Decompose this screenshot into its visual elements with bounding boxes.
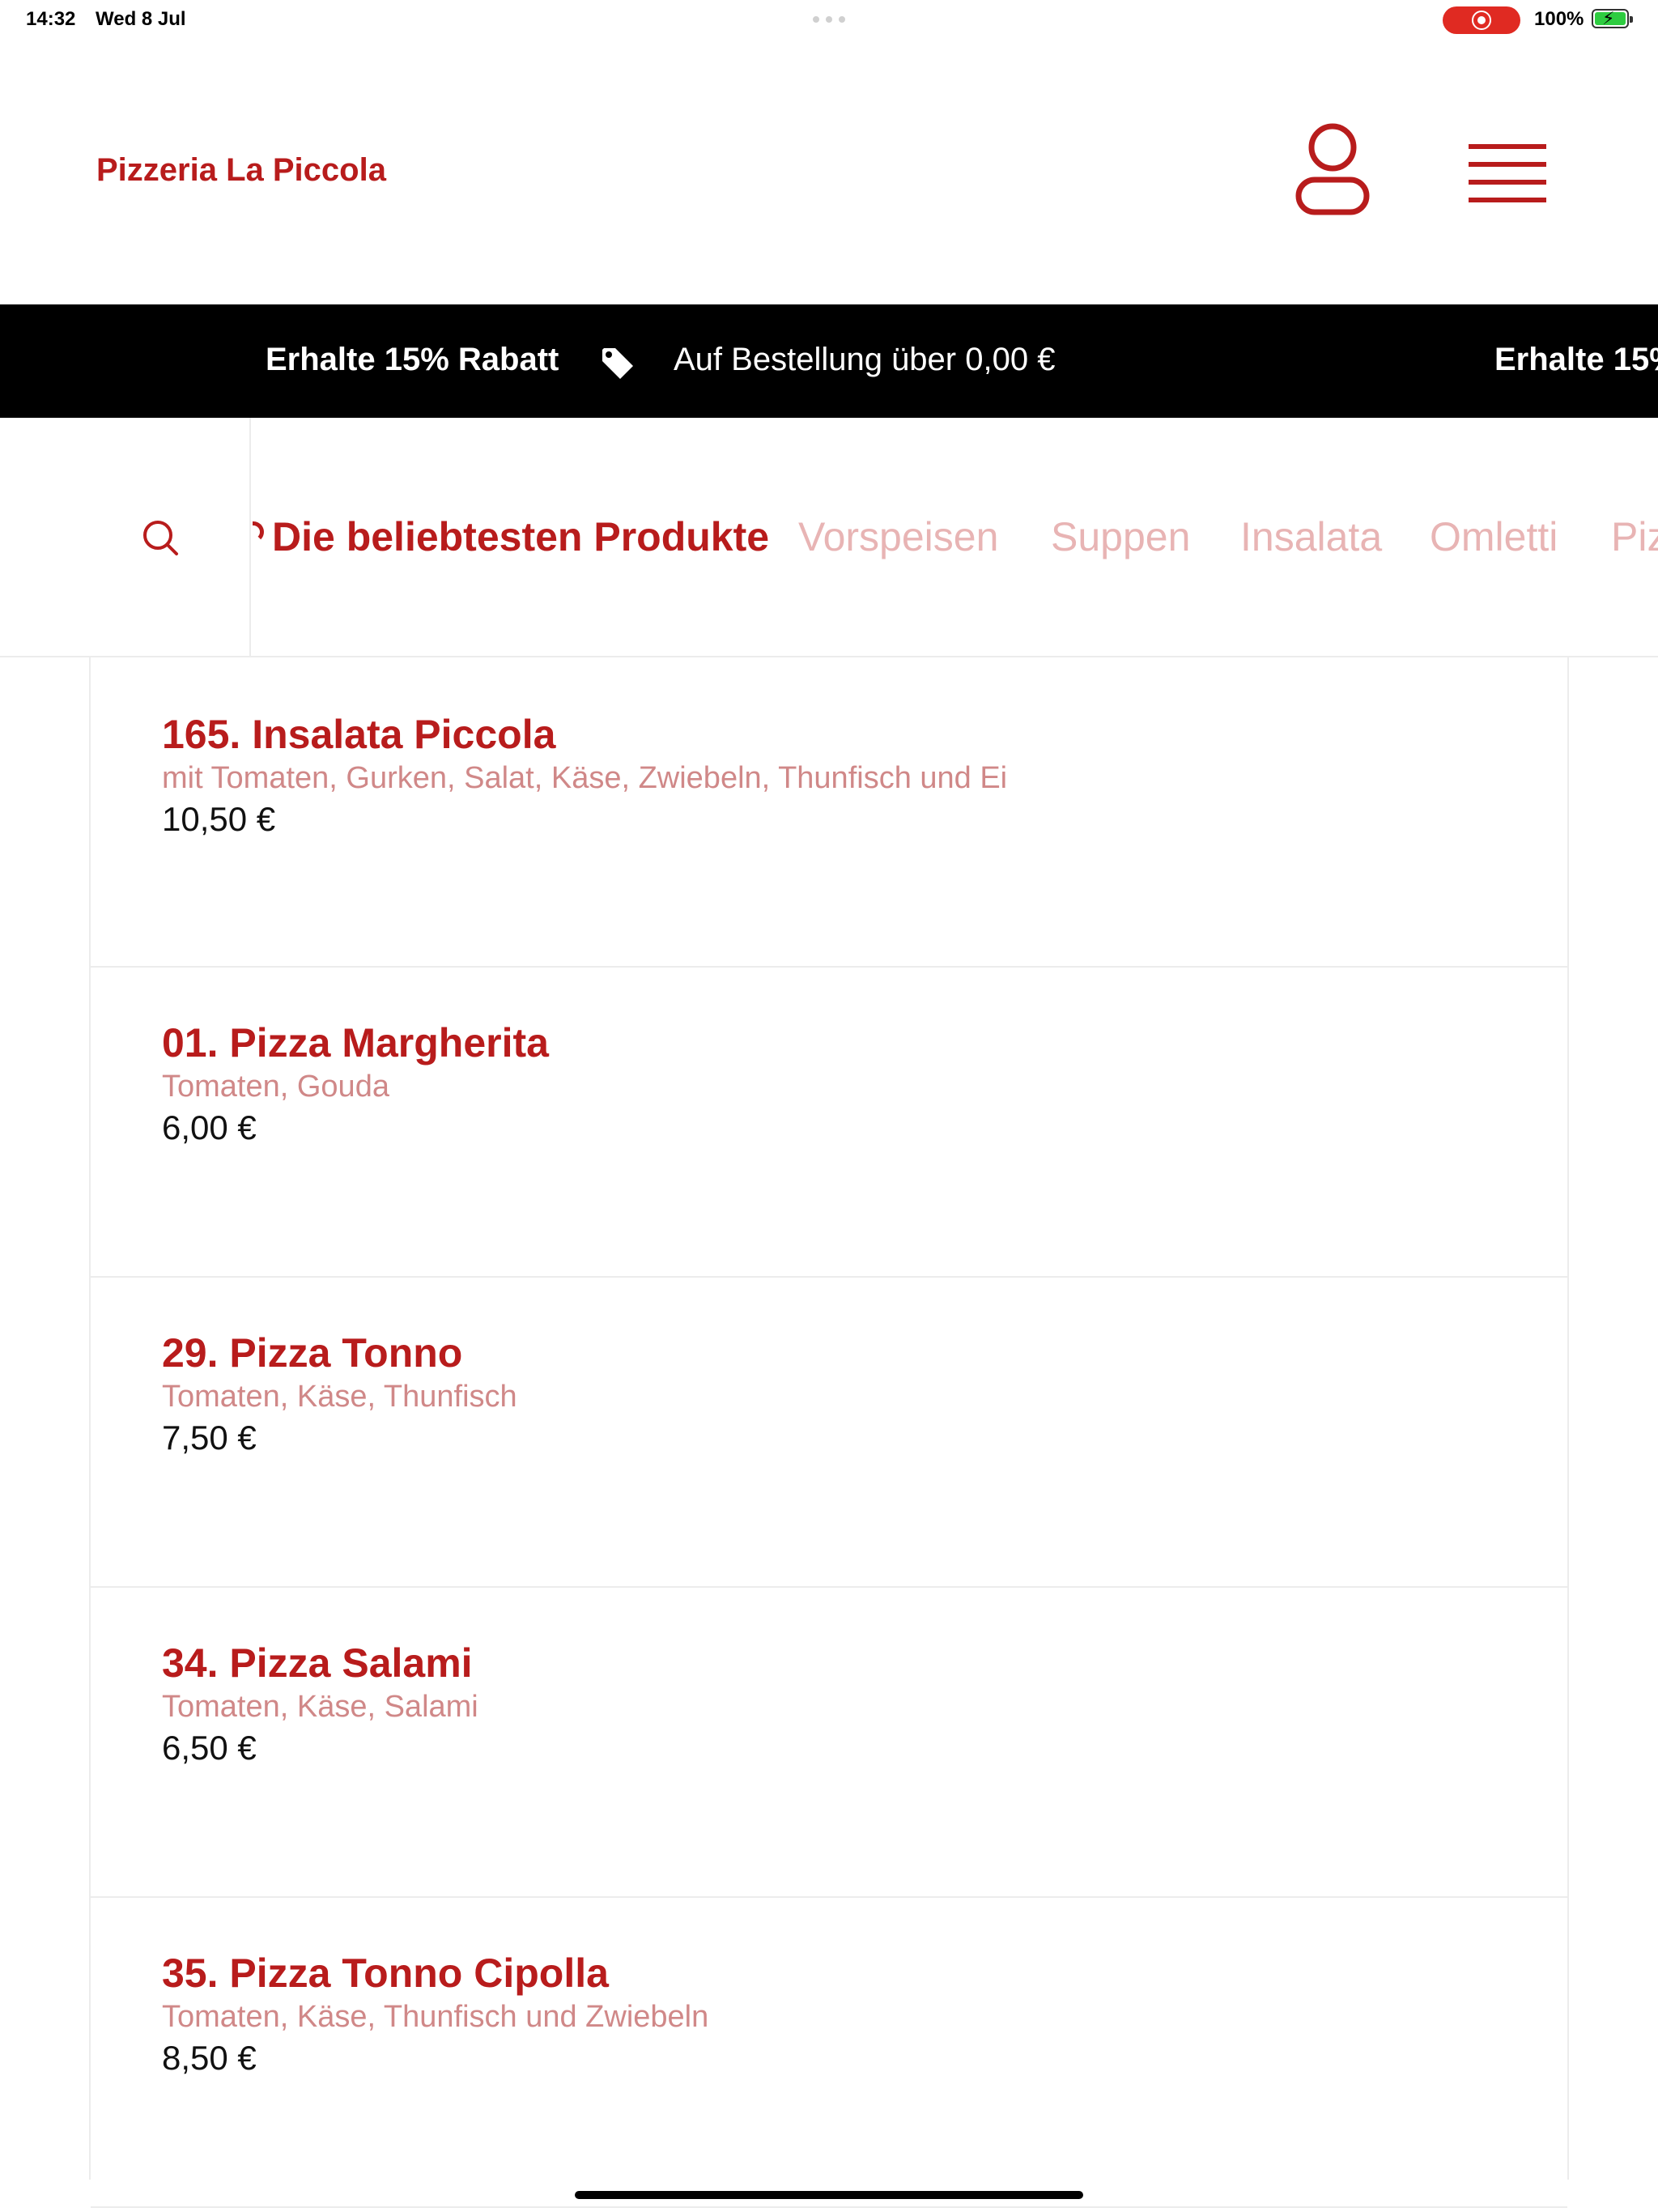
status-date: Wed 8 Jul <box>96 8 186 30</box>
status-bar: 14:32 Wed 8 Jul 100% ⚡ <box>0 0 1658 39</box>
price-tag-icon <box>602 348 633 379</box>
product-price: 8,50 € <box>162 2039 257 2077</box>
battery-percentage: 100% <box>1534 8 1584 30</box>
home-indicator[interactable] <box>575 2191 1083 2199</box>
promo-banner: Erhalte 15% Rabatt Auf Bestellung über 0… <box>0 304 1658 418</box>
product-name: 29. Pizza Tonno <box>162 1330 463 1376</box>
tab-vorspeisen[interactable]: Vorspeisen <box>798 513 998 560</box>
promo-title: Erhalte 15% Rabatt <box>266 342 559 377</box>
screen-recording-icon[interactable] <box>1443 6 1520 34</box>
promo-subtitle: Auf Bestellung über 0,00 € <box>674 342 1056 377</box>
user-account-icon[interactable] <box>1292 121 1373 219</box>
header: Pizzeria La Piccola <box>0 39 1658 304</box>
product-price: 6,00 € <box>162 1108 257 1146</box>
tab-suppen[interactable]: Suppen <box>1051 513 1190 560</box>
product-price: 6,50 € <box>162 1729 257 1767</box>
product-price: 10,50 € <box>162 800 276 838</box>
product-list: 165. Insalata Piccola mit Tomaten, Gurke… <box>89 657 1569 2208</box>
product-price: 7,50 € <box>162 1419 257 1457</box>
product-description: Tomaten, Käse, Thunfisch <box>162 1380 517 1414</box>
search-button[interactable] <box>0 418 251 656</box>
tab-insalata[interactable]: Insalata <box>1240 513 1382 560</box>
product-item[interactable]: 165. Insalata Piccola mit Tomaten, Gurke… <box>91 657 1567 968</box>
product-name: 165. Insalata Piccola <box>162 712 556 757</box>
product-description: mit Tomaten, Gurken, Salat, Käse, Zwiebe… <box>162 761 1008 795</box>
category-nav: Die beliebtesten Produkte Vorspeisen Sup… <box>0 418 1658 657</box>
product-description: Tomaten, Gouda <box>162 1070 389 1104</box>
product-item[interactable]: 34. Pizza Salami Tomaten, Käse, Salami 6… <box>91 1588 1567 1898</box>
hamburger-menu-icon[interactable] <box>1467 136 1548 209</box>
product-item[interactable]: 35. Pizza Tonno Cipolla Tomaten, Käse, T… <box>91 1898 1567 2208</box>
search-icon <box>143 521 178 555</box>
status-time: 14:32 <box>26 8 76 30</box>
product-name: 01. Pizza Margherita <box>162 1020 549 1066</box>
brand-title[interactable]: Pizzeria La Piccola <box>96 152 386 189</box>
category-scroller[interactable]: Die beliebtesten Produkte Vorspeisen Sup… <box>253 418 1658 656</box>
charging-bolt-icon: ⚡ <box>1602 8 1615 28</box>
product-item[interactable]: 01. Pizza Margherita Tomaten, Gouda 6,00… <box>91 968 1567 1278</box>
product-description: Tomaten, Käse, Thunfisch und Zwiebeln <box>162 2000 709 2034</box>
tab-popular-products[interactable]: Die beliebtesten Produkte <box>272 513 769 560</box>
product-description: Tomaten, Käse, Salami <box>162 1690 478 1724</box>
product-name: 34. Pizza Salami <box>162 1640 473 1686</box>
popular-flame-icon <box>253 521 264 542</box>
tab-omletti[interactable]: Omletti <box>1430 513 1558 560</box>
tab-pizza[interactable]: Piz <box>1611 513 1658 560</box>
multitasking-dots-icon[interactable] <box>813 16 845 23</box>
product-name: 35. Pizza Tonno Cipolla <box>162 1950 609 1996</box>
product-item[interactable]: 29. Pizza Tonno Tomaten, Käse, Thunfisch… <box>91 1278 1567 1588</box>
promo-title-repeat: Erhalte 15% <box>1494 342 1658 377</box>
